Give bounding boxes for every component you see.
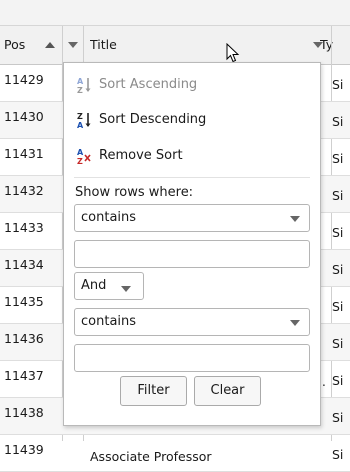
cell-position: 11433 xyxy=(4,220,44,235)
sort-descending-menu-item[interactable]: Z A Sort Descending xyxy=(64,106,320,134)
svg-text:A: A xyxy=(77,77,84,86)
sort-ascending-icon: A Z xyxy=(77,77,91,94)
svg-text:A: A xyxy=(77,148,84,157)
sort-ascending-menu-item[interactable]: A Z Sort Ascending xyxy=(64,71,320,99)
remove-sort-menu-item[interactable]: A Z Remove Sort xyxy=(64,142,320,170)
grid-top-strip xyxy=(0,0,350,26)
svg-text:Z: Z xyxy=(77,112,83,121)
cell-position: 11438 xyxy=(4,405,44,420)
chevron-down-icon xyxy=(290,216,300,222)
cell-type: Si xyxy=(332,151,344,166)
cell-type: Si xyxy=(332,262,344,277)
first-condition-select[interactable]: contains xyxy=(74,204,310,232)
cell-position: 11431 xyxy=(4,146,44,161)
cell-type: Si xyxy=(332,77,344,92)
cell-type: Si xyxy=(332,373,344,388)
sort-descending-label: Sort Descending xyxy=(99,112,207,127)
cell-type: Si xyxy=(332,188,344,203)
cell-position: 11432 xyxy=(4,183,44,198)
menu-divider xyxy=(74,177,310,178)
second-condition-select[interactable]: contains xyxy=(74,308,310,336)
clear-button[interactable]: Clear xyxy=(194,376,261,406)
cell-position: 11439 xyxy=(4,442,44,457)
position-column-menu-chevron-icon[interactable] xyxy=(68,42,78,48)
cell-type: Si xyxy=(332,447,344,462)
first-filter-value-input[interactable] xyxy=(74,240,310,268)
sort-ascending-indicator-icon xyxy=(45,42,55,48)
filter-button[interactable]: Filter xyxy=(120,376,187,406)
logical-operator-select[interactable]: And xyxy=(74,272,144,300)
cell-position: 11436 xyxy=(4,331,44,346)
cell-type: Si xyxy=(332,336,344,351)
mouse-cursor-icon xyxy=(226,43,240,63)
sort-ascending-label: Sort Ascending xyxy=(99,77,198,92)
cell-position: 11430 xyxy=(4,109,44,124)
cell-position: 11435 xyxy=(4,294,44,309)
logical-operator-value: And xyxy=(81,278,107,293)
cell-position: 11437 xyxy=(4,368,44,383)
svg-text:A: A xyxy=(77,121,84,129)
chevron-down-icon xyxy=(121,286,131,292)
cell-position: 11434 xyxy=(4,257,44,272)
cell-type: Si xyxy=(332,299,344,314)
remove-sort-label: Remove Sort xyxy=(99,148,183,163)
chevron-down-icon xyxy=(290,320,300,326)
second-condition-value: contains xyxy=(81,314,137,329)
column-filter-menu: A Z Sort Ascending Z A Sort Descending A… xyxy=(63,62,321,426)
svg-text:Z: Z xyxy=(77,86,83,94)
cell-type: Si xyxy=(332,114,344,129)
remove-sort-icon: A Z xyxy=(77,148,91,165)
svg-text:Z: Z xyxy=(77,157,83,165)
grid-header: Pos Title Ty xyxy=(0,26,350,65)
show-rows-where-label: Show rows where: xyxy=(75,185,194,200)
cell-type: Si xyxy=(332,225,344,240)
column-header-type[interactable]: Ty xyxy=(320,26,350,64)
second-filter-value-input[interactable] xyxy=(74,344,310,372)
sort-descending-icon: Z A xyxy=(77,112,91,129)
column-header-title[interactable]: Title xyxy=(90,26,290,64)
cell-truncation-dot: . xyxy=(322,375,326,389)
cell-position: 11429 xyxy=(4,72,44,87)
cell-title: Associate Professor xyxy=(90,449,212,464)
first-condition-value: contains xyxy=(81,210,137,225)
cell-type: Si xyxy=(332,410,344,425)
